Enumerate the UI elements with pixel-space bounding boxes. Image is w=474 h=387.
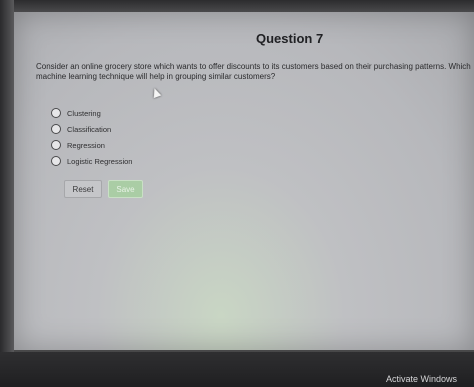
option-label: Clustering <box>67 108 101 118</box>
save-button[interactable]: Save <box>108 180 143 198</box>
window-top-bar <box>0 0 474 12</box>
radio-button[interactable] <box>51 140 61 150</box>
question-text: Consider an online grocery store which w… <box>36 62 472 82</box>
reset-button[interactable]: Reset <box>64 180 102 198</box>
option-label: Regression <box>67 140 105 150</box>
option-label: Logistic Regression <box>67 156 133 166</box>
option-logistic-regression[interactable]: Logistic Regression <box>51 155 132 167</box>
radio-button[interactable] <box>51 156 61 166</box>
question-text-line-1: Consider an online grocery store which w… <box>36 62 472 71</box>
radio-button[interactable] <box>51 108 61 118</box>
option-clustering[interactable]: Clustering <box>51 107 101 119</box>
question-title: Question 7 <box>256 31 324 46</box>
activate-windows-watermark: Activate Windows <box>386 374 458 384</box>
radio-button[interactable] <box>51 124 61 134</box>
left-edge-bar <box>0 0 14 387</box>
option-regression[interactable]: Regression <box>51 139 105 151</box>
question-text-line-2: machine learning technique will help in … <box>36 72 276 81</box>
option-classification[interactable]: Classification <box>51 123 111 135</box>
option-label: Classification <box>67 124 112 134</box>
